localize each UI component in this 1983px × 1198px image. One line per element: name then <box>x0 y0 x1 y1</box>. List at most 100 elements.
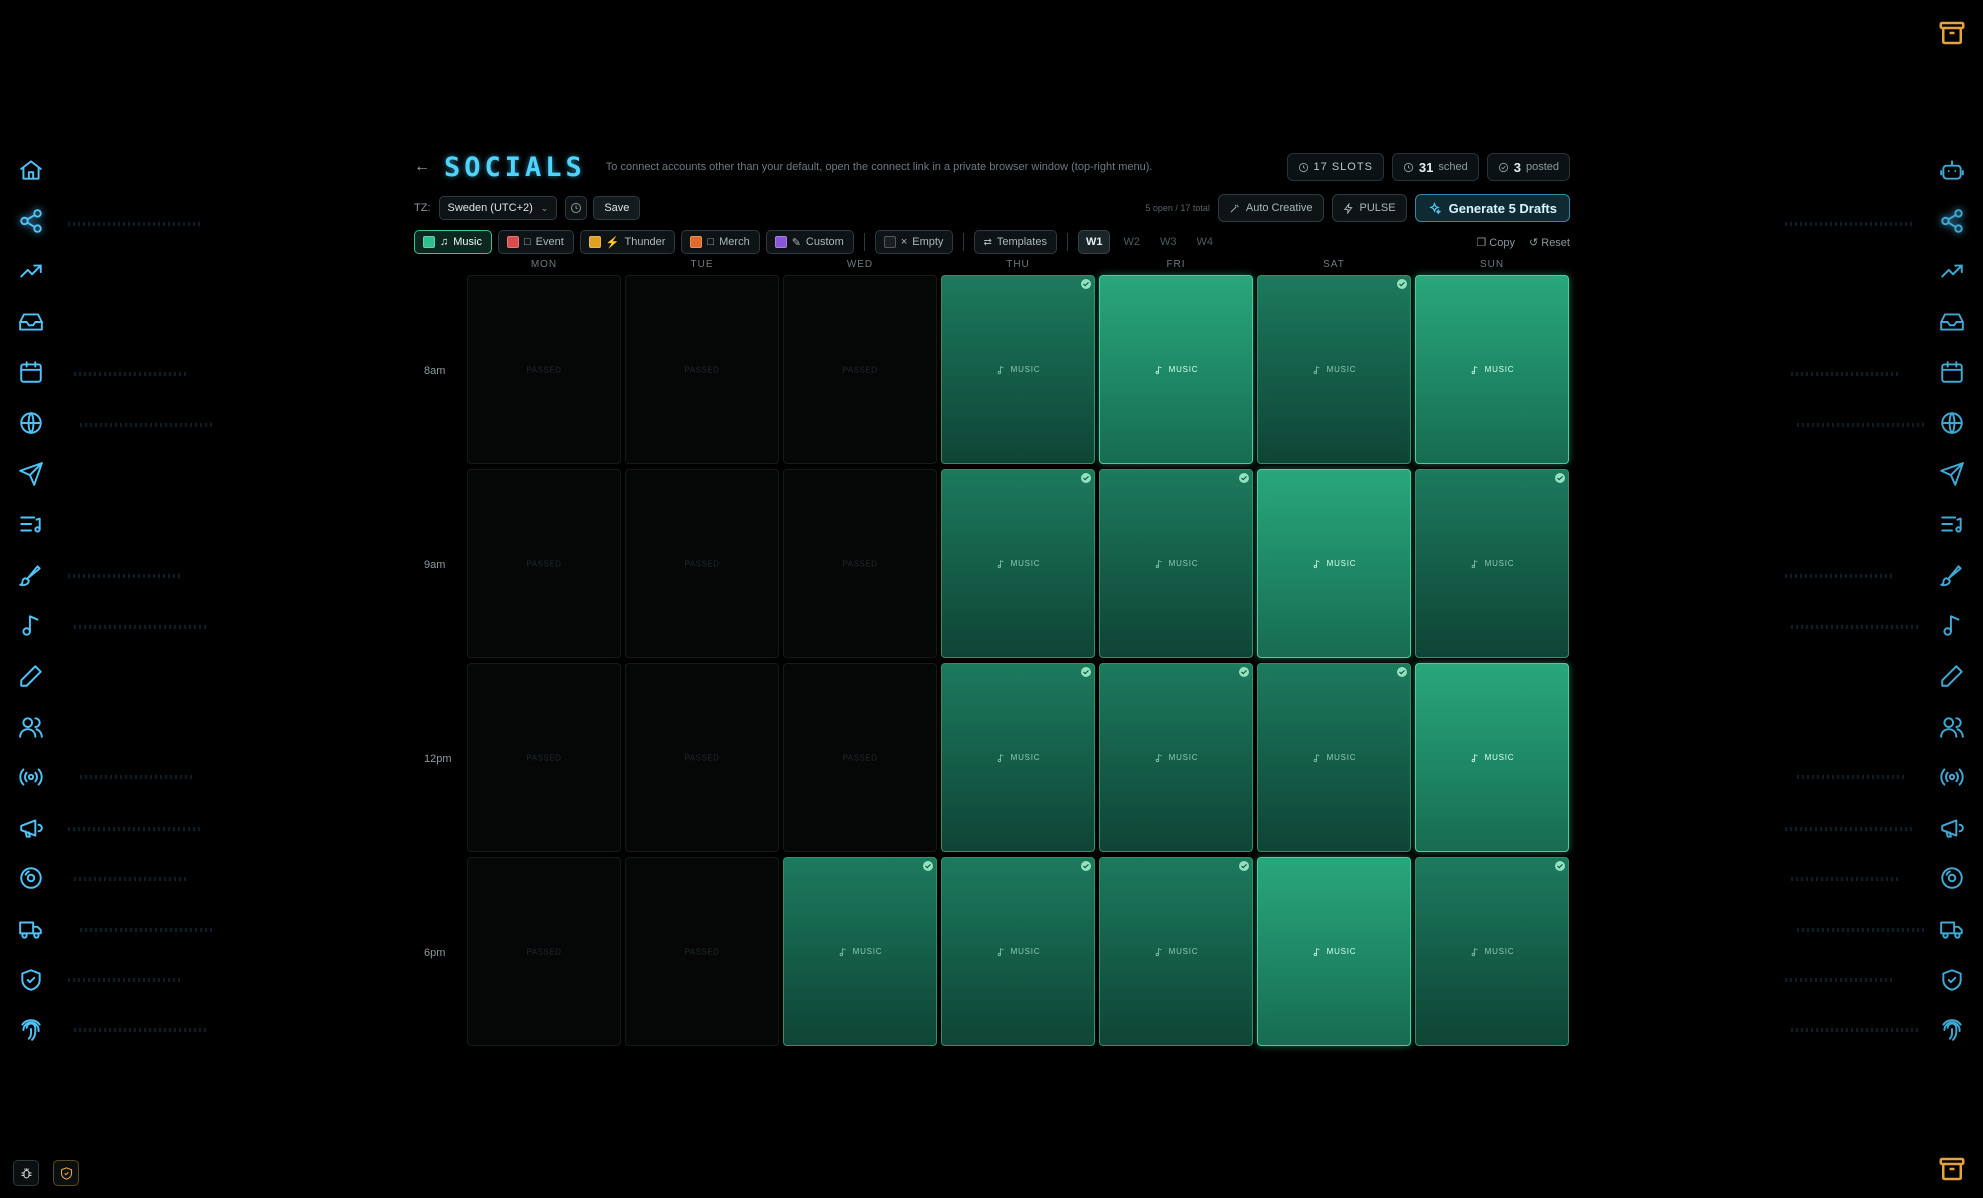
music-note-icon <box>997 947 1004 956</box>
nav-broadcast[interactable] <box>11 757 51 797</box>
slot-passed[interactable]: PASSED <box>783 469 937 658</box>
slot-music-scheduled[interactable]: MUSIC <box>1099 663 1253 852</box>
nav-fingerprint[interactable] <box>1932 1010 1972 1050</box>
nav-users[interactable] <box>11 707 51 747</box>
nav-trending[interactable] <box>11 251 51 291</box>
week-tab-w2[interactable]: W2 <box>1116 230 1147 254</box>
slot-music-scheduled[interactable]: MUSIC <box>941 663 1095 852</box>
auto-creative-button[interactable]: Auto Creative <box>1217 194 1324 222</box>
slot-passed[interactable]: PASSED <box>783 275 937 464</box>
shield-icon[interactable] <box>53 1160 79 1186</box>
slot-passed[interactable]: PASSED <box>625 663 779 852</box>
back-arrow-icon[interactable]: ← <box>414 158 436 176</box>
slot-music-open[interactable]: MUSIC <box>1099 275 1253 464</box>
nav-send[interactable] <box>1932 454 1972 494</box>
slot-music-scheduled[interactable]: MUSIC <box>1415 857 1569 1046</box>
slot-music-scheduled[interactable]: MUSIC <box>1257 663 1411 852</box>
slot-music-open[interactable]: MUSIC <box>1257 469 1411 658</box>
nav-share[interactable] <box>11 201 51 241</box>
right-nav-rail <box>1921 150 1983 1061</box>
week-tab-w4[interactable]: W4 <box>1189 230 1220 254</box>
slot-music-open[interactable]: MUSIC <box>1415 275 1569 464</box>
archive-icon[interactable] <box>1937 1154 1967 1184</box>
nav-home[interactable] <box>11 150 51 190</box>
generate-drafts-button[interactable]: Generate 5 Drafts <box>1414 194 1570 222</box>
slot-passed[interactable]: PASSED <box>467 275 621 464</box>
nav-music-note[interactable] <box>11 605 51 645</box>
slot-passed[interactable]: PASSED <box>625 469 779 658</box>
slot-music-scheduled[interactable]: MUSIC <box>1257 275 1411 464</box>
slot-music-scheduled[interactable]: MUSIC <box>1099 469 1253 658</box>
nav-inbox[interactable] <box>1932 302 1972 342</box>
nav-bot[interactable] <box>1932 150 1972 190</box>
nav-shield-check[interactable] <box>1932 960 1972 1000</box>
copy-button[interactable]: ❐ Copy <box>1476 236 1515 249</box>
nav-shield-check[interactable] <box>11 960 51 1000</box>
nav-brush[interactable] <box>11 555 51 595</box>
slot-music-scheduled[interactable]: MUSIC <box>1415 469 1569 658</box>
slot-label: MUSIC <box>1416 559 1568 569</box>
nav-playlist[interactable] <box>11 504 51 544</box>
inbox-icon <box>19 313 43 331</box>
empty-chip[interactable]: × Empty <box>874 230 954 254</box>
nav-megaphone[interactable] <box>11 808 51 848</box>
archive-icon[interactable] <box>1937 18 1967 48</box>
slot-music-scheduled[interactable]: MUSIC <box>941 275 1095 464</box>
nav-users[interactable] <box>1932 707 1972 747</box>
nav-trending[interactable] <box>1932 251 1972 291</box>
pen-icon <box>20 665 42 687</box>
nav-inbox[interactable] <box>11 302 51 342</box>
slot-music-scheduled[interactable]: MUSIC <box>1099 857 1253 1046</box>
nav-disc[interactable] <box>1932 858 1972 898</box>
noise-streak <box>74 372 189 376</box>
nav-calendar[interactable] <box>1932 352 1972 392</box>
slot-music-scheduled[interactable]: MUSIC <box>941 469 1095 658</box>
week-tab-w3[interactable]: W3 <box>1153 230 1184 254</box>
slot-passed[interactable]: PASSED <box>467 857 621 1046</box>
nav-globe[interactable] <box>1932 403 1972 443</box>
reset-button[interactable]: ↺ Reset <box>1529 236 1570 249</box>
check-badge <box>1397 279 1407 289</box>
nav-pen[interactable] <box>11 656 51 696</box>
nav-truck[interactable] <box>1932 909 1972 949</box>
save-button[interactable]: Save <box>593 196 641 220</box>
nav-broadcast[interactable] <box>1932 757 1972 797</box>
slot-passed[interactable]: PASSED <box>625 275 779 464</box>
slot-passed[interactable]: PASSED <box>467 469 621 658</box>
page-hint: To connect accounts other than your defa… <box>605 161 1153 173</box>
nav-playlist[interactable] <box>1932 504 1972 544</box>
nav-truck[interactable] <box>11 909 51 949</box>
slot-music-scheduled[interactable]: MUSIC <box>783 857 937 1046</box>
noise-streak <box>1791 1028 1921 1032</box>
nav-share[interactable] <box>1932 201 1972 241</box>
slot-music-scheduled[interactable]: MUSIC <box>941 857 1095 1046</box>
nav-fingerprint[interactable] <box>11 1010 51 1050</box>
nav-megaphone[interactable] <box>1932 808 1972 848</box>
nav-calendar[interactable] <box>11 352 51 392</box>
filter-chip-custom[interactable]: ✎ Custom <box>765 230 854 254</box>
nav-pen[interactable] <box>1932 656 1972 696</box>
filter-chip-music[interactable]: ♫ Music <box>414 230 492 254</box>
day-header-sun: SUN <box>1479 259 1505 270</box>
filter-chip-thunder[interactable]: ⚡ Thunder <box>579 230 676 254</box>
templates-button[interactable]: ⇄ Templates <box>974 230 1057 254</box>
nav-music-note[interactable] <box>1932 605 1972 645</box>
week-tab-w1[interactable]: W1 <box>1077 230 1111 254</box>
nav-globe[interactable] <box>11 403 51 443</box>
slot-passed[interactable]: PASSED <box>783 663 937 852</box>
clock-icon <box>1403 162 1413 172</box>
bug-icon[interactable] <box>13 1160 39 1186</box>
filter-chip-merch[interactable]: □ Merch <box>681 230 760 254</box>
nav-brush[interactable] <box>1932 555 1972 595</box>
nav-disc[interactable] <box>11 858 51 898</box>
timezone-select[interactable]: Sweden (UTC+2) ⌄ <box>438 196 558 220</box>
slot-music-open[interactable]: MUSIC <box>1257 857 1411 1046</box>
slot-music-open[interactable]: MUSIC <box>1415 663 1569 852</box>
clock-button[interactable] <box>565 196 588 220</box>
slot-passed[interactable]: PASSED <box>625 857 779 1046</box>
nav-send[interactable] <box>11 454 51 494</box>
home-icon <box>20 160 42 180</box>
filter-chip-event[interactable]: □ Event <box>497 230 574 254</box>
slot-passed[interactable]: PASSED <box>467 663 621 852</box>
pulse-button[interactable]: PULSE <box>1331 194 1407 222</box>
